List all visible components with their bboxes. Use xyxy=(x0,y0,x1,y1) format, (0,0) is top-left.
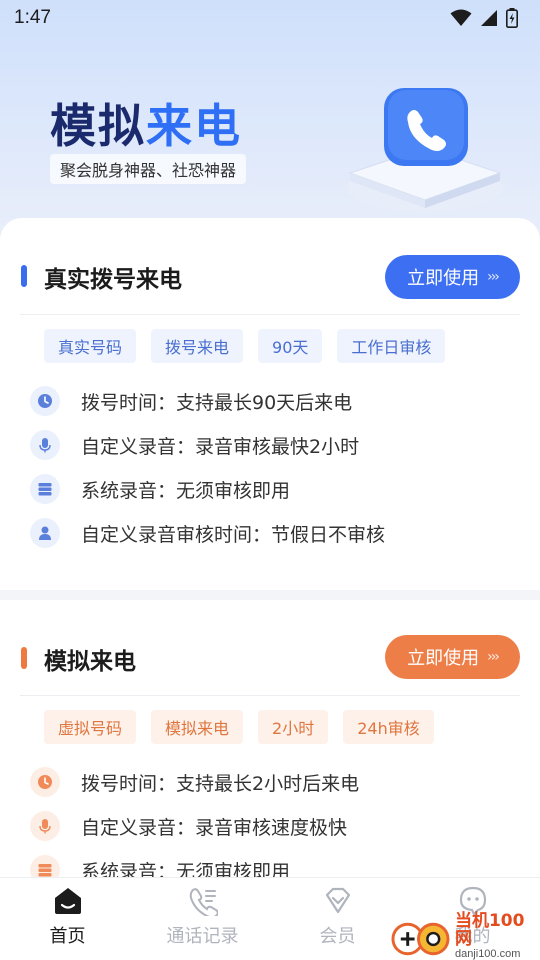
tag: 24h审核 xyxy=(343,710,434,744)
call-log-icon xyxy=(189,888,218,916)
watermark-icon xyxy=(391,922,450,956)
microphone-icon xyxy=(30,430,60,460)
feature-item: 自定义录音审核时间：节假日不审核 xyxy=(30,511,385,555)
use-now-label: 立即使用 xyxy=(407,648,480,669)
card-title: 真实拨号来电 xyxy=(44,267,182,293)
tab-call-log[interactable]: 通话记录 xyxy=(135,878,270,960)
tag: 虚拟号码 xyxy=(44,710,137,744)
vip-diamond-icon xyxy=(325,887,350,914)
clock-icon xyxy=(30,767,60,797)
tag: 90天 xyxy=(258,329,323,363)
divider xyxy=(20,695,520,696)
feature-item: 拨号时间：支持最长90天后来电 xyxy=(30,379,385,423)
status-time: 1:47 xyxy=(14,7,51,28)
hero-subtitle: 聚会脱身神器、社恐神器 xyxy=(50,154,247,184)
feature-item: 拨号时间：支持最长2小时后来电 xyxy=(30,760,359,804)
person-icon xyxy=(30,518,60,548)
tag: 真实号码 xyxy=(44,329,137,363)
card-title: 模拟来电 xyxy=(44,649,136,675)
feature-text: 拨号时间：支持最长2小时后来电 xyxy=(81,772,360,795)
hero-title-dark: 模拟 xyxy=(50,99,146,153)
use-now-button[interactable]: 立即使用 ››› xyxy=(385,255,520,299)
phone-illustration-icon xyxy=(347,88,503,212)
wifi-icon xyxy=(450,9,472,26)
feature-item: 自定义录音：录音审核最快2小时 xyxy=(30,423,385,467)
feature-text: 系统录音：无须审核即用 xyxy=(81,479,291,502)
card-simulated-call: 模拟来电 立即使用 ››› 虚拟号码 模拟来电 2小时 24h审核 拨号时间：支… xyxy=(0,600,540,885)
card-accent-bar xyxy=(21,647,27,669)
microphone-icon xyxy=(30,811,60,841)
tag-list: 虚拟号码 模拟来电 2小时 24h审核 xyxy=(44,710,434,744)
double-chevron-right-icon: ››› xyxy=(487,269,500,285)
card-accent-bar xyxy=(21,265,27,287)
status-icons xyxy=(450,8,518,28)
divider xyxy=(20,314,520,315)
feature-list: 拨号时间：支持最长2小时后来电 自定义录音：录音审核速度极快 系统录音：无须审核… xyxy=(30,760,359,892)
tab-label: 通话记录 xyxy=(166,926,239,947)
status-bar: 1:47 xyxy=(0,0,540,36)
double-chevron-right-icon: ››› xyxy=(487,649,500,665)
card-real-dial: 真实拨号来电 立即使用 ››› 真实号码 拨号来电 90天 工作日审核 拨号时间… xyxy=(0,218,540,590)
battery-icon xyxy=(506,8,518,28)
feature-text: 自定义录音：录音审核速度极快 xyxy=(81,816,348,839)
watermark-text: 当机100网 xyxy=(454,911,525,950)
watermark-url: danji100.com xyxy=(454,948,521,960)
hero-banner: 1:47 模拟来电 聚会脱身神器、社恐神器 xyxy=(0,0,540,240)
tab-label: 首页 xyxy=(49,926,86,947)
tag-list: 真实号码 拨号来电 90天 工作日审核 xyxy=(44,329,446,363)
tag: 拨号来电 xyxy=(151,329,244,363)
tab-label: 会员 xyxy=(319,926,356,947)
tag: 工作日审核 xyxy=(337,329,446,363)
clock-icon xyxy=(30,386,60,416)
tag: 模拟来电 xyxy=(151,710,244,744)
feature-text: 拨号时间：支持最长90天后来电 xyxy=(81,391,353,414)
feature-item: 系统录音：无须审核即用 xyxy=(30,467,385,511)
cell-signal-icon xyxy=(481,10,497,26)
tab-vip[interactable]: 会员 xyxy=(270,878,405,960)
feature-text: 自定义录音：录音审核最快2小时 xyxy=(81,435,360,458)
feature-item: 自定义录音：录音审核速度极快 xyxy=(30,804,359,848)
use-now-button[interactable]: 立即使用 ››› xyxy=(385,635,520,679)
use-now-label: 立即使用 xyxy=(407,268,480,289)
home-icon xyxy=(54,888,81,914)
tag: 2小时 xyxy=(258,710,329,744)
server-icon xyxy=(30,474,60,504)
feature-list: 拨号时间：支持最长90天后来电 自定义录音：录音审核最快2小时 系统录音：无须审… xyxy=(30,379,385,555)
feature-text: 自定义录音审核时间：节假日不审核 xyxy=(81,523,386,546)
watermark-logo: 当机100网 danji100.com xyxy=(390,911,540,960)
hero-title: 模拟来电 xyxy=(50,90,242,156)
hero-title-blue: 来电 xyxy=(146,99,242,153)
tab-home[interactable]: 首页 xyxy=(0,878,135,960)
